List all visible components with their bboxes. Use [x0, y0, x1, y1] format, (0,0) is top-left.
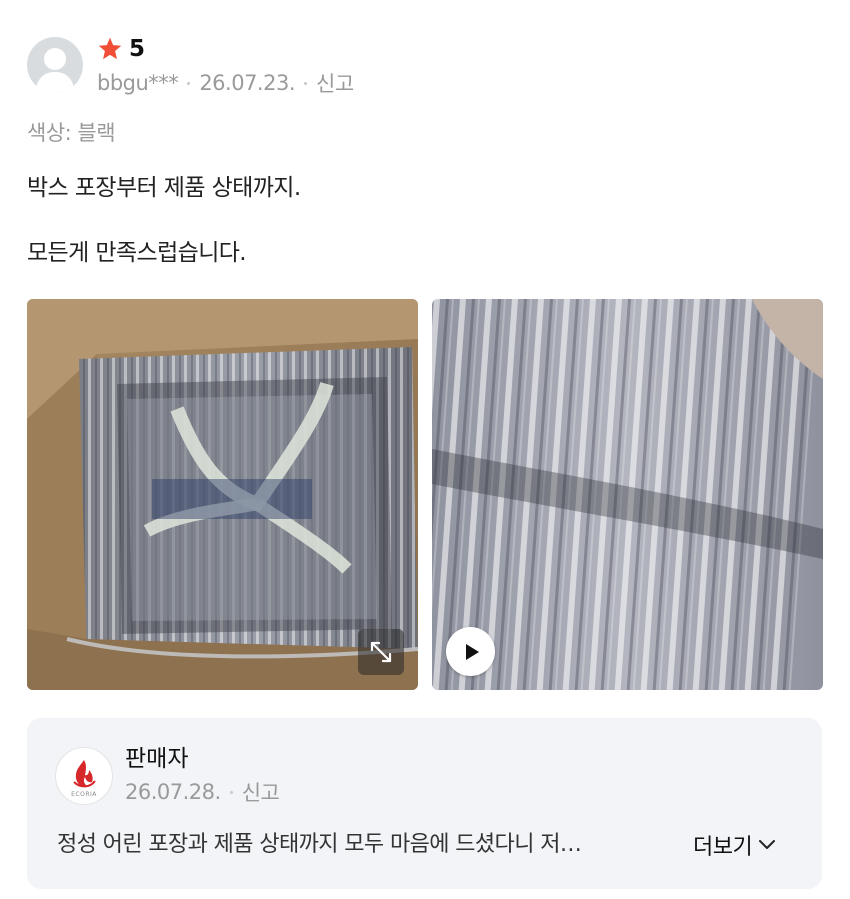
seller-name: 판매자 — [125, 746, 189, 772]
report-link[interactable]: 신고 — [242, 777, 280, 807]
more-button[interactable]: 더보기 — [693, 830, 776, 860]
separator-dot — [229, 790, 233, 794]
seller-reply-text: 정성 어린 포장과 제품 상태까지 모두 마음에 드셨다니 저… — [57, 832, 582, 857]
packaging-closeup-photo — [432, 299, 823, 690]
rating-value: 5 — [129, 36, 146, 62]
product-option: 색상: 블랙 — [27, 121, 116, 145]
seller-reply-date: 26.07.28. — [125, 780, 221, 804]
review-text-line: 박스 포장부터 제품 상태까지. — [27, 175, 301, 201]
review-video-thumbnail[interactable] — [432, 299, 823, 690]
seller-logo: ECORIA — [55, 747, 113, 805]
play-button[interactable] — [446, 627, 495, 676]
report-link[interactable]: 신고 — [316, 68, 354, 98]
review-meta: bbgu*** 26.07.23. 신고 — [97, 69, 354, 97]
seller-reply: ECORIA 판매자 26.07.28. 신고 정성 어린 포장과 제품 상태까… — [27, 718, 822, 889]
more-label: 더보기 — [693, 835, 753, 860]
review-body: 박스 포장부터 제품 상태까지. 모든게 만족스럽습니다. — [27, 173, 301, 268]
separator-dot — [304, 81, 308, 85]
separator-dot — [187, 81, 191, 85]
rating: 5 — [97, 34, 145, 64]
logo-text: ECORIA — [71, 791, 97, 798]
avatar — [27, 37, 83, 93]
user-avatar-icon — [27, 37, 83, 93]
review-date: 26.07.23. — [199, 71, 296, 95]
expand-button[interactable] — [358, 629, 404, 675]
star-icon — [98, 37, 122, 60]
review-card: 5 bbgu*** 26.07.23. 신고 색상: 블랙 박스 포장부터 제품… — [0, 0, 850, 899]
author-name: bbgu*** — [97, 71, 179, 95]
seller-logo-image: ECORIA — [71, 760, 97, 798]
play-icon — [465, 643, 479, 660]
review-photo[interactable] — [27, 299, 418, 690]
seller-reply-meta: 26.07.28. 신고 — [125, 777, 280, 807]
expand-icon — [370, 641, 392, 663]
chevron-down-icon — [759, 840, 776, 849]
review-text-line: 모든게 만족스럽습니다. — [27, 240, 247, 266]
